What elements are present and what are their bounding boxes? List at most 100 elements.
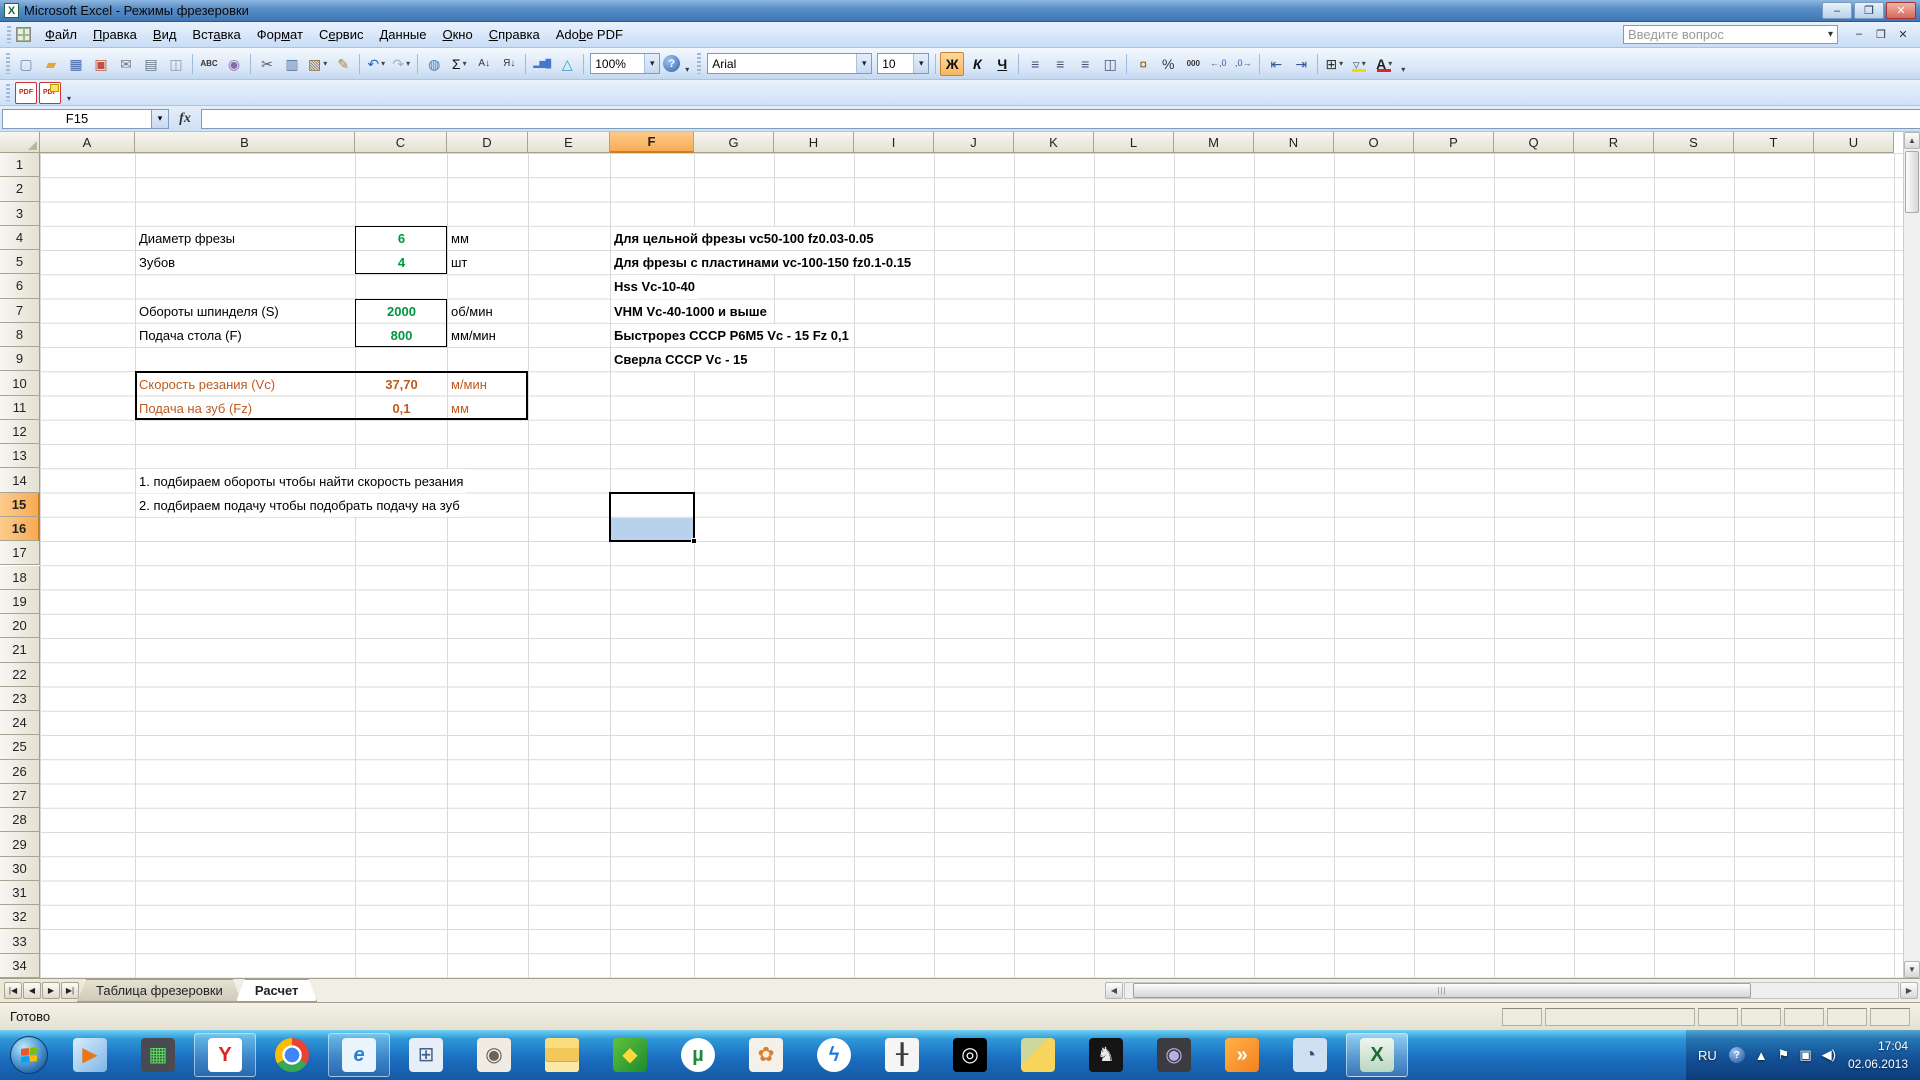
toolbar-underline-icon[interactable]: Ч: [990, 52, 1014, 76]
taskbar-windows-media-player-icon[interactable]: ▶: [58, 1030, 122, 1080]
column-header-H[interactable]: H: [774, 132, 854, 153]
toolbar-mail-icon[interactable]: ✉: [114, 52, 138, 76]
toolbar-chart-wizard-icon[interactable]: ▂▆█: [530, 52, 554, 76]
row-header-18[interactable]: 18: [0, 566, 40, 590]
cell-C8[interactable]: 800: [356, 324, 447, 347]
tray-help-balloon-icon[interactable]: ?: [1729, 1047, 1745, 1063]
menu-adobe-pdf[interactable]: Adobe PDF: [548, 24, 631, 45]
toolbar-options-icon[interactable]: ▾: [681, 52, 693, 76]
column-header-C[interactable]: C: [355, 132, 447, 153]
font-color-dropdown-icon[interactable]: ▾: [1388, 59, 1392, 68]
borders-dropdown-icon[interactable]: ▾: [1339, 59, 1343, 68]
sheet-tab-таблица-фрезеровки[interactable]: Таблица фрезеровки: [77, 979, 242, 1002]
toolbar-currency-icon[interactable]: ¤: [1131, 52, 1155, 76]
toolbar-drawing-icon[interactable]: △: [555, 52, 579, 76]
cell-D5[interactable]: шт: [448, 251, 528, 274]
taskbar-dark-tribal-app-icon[interactable]: ♞: [1074, 1030, 1138, 1080]
row-header-20[interactable]: 20: [0, 614, 40, 638]
minimize-button[interactable]: –: [1822, 2, 1852, 19]
taskbar-sticky-notes-icon[interactable]: [1006, 1030, 1070, 1080]
cell-B7[interactable]: Обороты шпинделя (S): [136, 300, 355, 323]
cell-F5[interactable]: Для фрезы с пластинами vc-100-150 fz0.1-…: [611, 251, 914, 274]
row-header-7[interactable]: 7: [0, 299, 40, 323]
vertical-scroll-thumb[interactable]: [1905, 151, 1919, 213]
font-dropdown-icon[interactable]: ▾: [856, 54, 871, 73]
row-header-21[interactable]: 21: [0, 638, 40, 662]
column-header-O[interactable]: O: [1334, 132, 1414, 153]
sheet-cells[interactable]: Диаметр фрезы6ммЗубов4штОбороты шпинделя…: [40, 153, 1903, 978]
cell-B14[interactable]: 1. подбираем обороты чтобы найти скорост…: [136, 469, 466, 492]
zoom-dropdown-icon[interactable]: ▾: [644, 54, 659, 73]
cell-F8[interactable]: Быстрорез СССР Р6М5 Vc - 15 Fz 0,1: [611, 324, 852, 347]
select-all-corner[interactable]: [0, 132, 40, 153]
row-header-16[interactable]: 16: [0, 517, 40, 541]
scroll-down-button[interactable]: ▼: [1904, 961, 1920, 978]
cell-C4[interactable]: 6: [356, 227, 447, 250]
cell-D8[interactable]: мм/мин: [448, 324, 528, 347]
row-header-2[interactable]: 2: [0, 177, 40, 201]
toolbar-align-center-icon[interactable]: ≡: [1048, 52, 1072, 76]
toolbar-save-icon[interactable]: ▦: [64, 52, 88, 76]
toolbar-thousands-icon[interactable]: 000: [1181, 52, 1205, 76]
toolbar-new-icon[interactable]: ▢: [14, 52, 38, 76]
column-header-I[interactable]: I: [854, 132, 934, 153]
row-header-28[interactable]: 28: [0, 808, 40, 832]
row-header-31[interactable]: 31: [0, 881, 40, 905]
taskbar-system-monitor-icon[interactable]: ▦: [126, 1030, 190, 1080]
tray-volume-icon[interactable]: ◀): [1822, 1047, 1836, 1063]
column-header-T[interactable]: T: [1734, 132, 1814, 153]
toolbar-font-color-icon[interactable]: А▾: [1372, 52, 1396, 76]
toolbar-redo-icon[interactable]: ↷▾: [389, 52, 413, 76]
cell-F4[interactable]: Для цельной фрезы vc50-100 fz0.03-0.05: [611, 227, 877, 250]
cell-B5[interactable]: Зубов: [136, 251, 355, 274]
scroll-left-button[interactable]: ◀: [1105, 982, 1123, 999]
column-header-F[interactable]: F: [610, 132, 694, 153]
fill-color-dropdown-icon[interactable]: ▾: [1362, 59, 1366, 68]
toolbar-sort-descending-icon[interactable]: Я↓: [497, 52, 521, 76]
redo-dropdown-icon[interactable]: ▾: [406, 59, 410, 68]
menu-правка[interactable]: Правка: [85, 24, 145, 45]
toolbar-research-icon[interactable]: ◉: [222, 52, 246, 76]
convert-to-pdf-icon[interactable]: PDF: [15, 82, 37, 104]
row-header-15[interactable]: 15: [0, 493, 40, 517]
toolbar-print-icon[interactable]: ▤: [139, 52, 163, 76]
toolbar-sort-ascending-icon[interactable]: А↓: [472, 52, 496, 76]
cell-D11[interactable]: мм: [448, 397, 528, 420]
row-header-32[interactable]: 32: [0, 905, 40, 929]
row-header-4[interactable]: 4: [0, 226, 40, 250]
cell-B10[interactable]: Скорость резания (Vc): [136, 372, 355, 395]
tab-scroll-next-icon[interactable]: ▶: [42, 982, 60, 999]
horizontal-scroll-thumb[interactable]: |||: [1133, 983, 1751, 998]
name-box-dropdown-icon[interactable]: ▾: [152, 109, 169, 129]
toolbar-font[interactable]: Arial▾: [707, 53, 872, 74]
column-header-G[interactable]: G: [694, 132, 774, 153]
column-header-U[interactable]: U: [1814, 132, 1894, 153]
taskbar-milling-machine-photo-icon[interactable]: ╂: [870, 1030, 934, 1080]
taskbar-photo-viewer-dark-icon[interactable]: ◉: [1142, 1030, 1206, 1080]
row-header-33[interactable]: 33: [0, 929, 40, 953]
row-header-17[interactable]: 17: [0, 541, 40, 565]
toolbar-copy-icon[interactable]: ▥: [280, 52, 304, 76]
toolbar-spelling-icon[interactable]: ABC: [197, 52, 221, 76]
cell-D7[interactable]: об/мин: [448, 300, 528, 323]
toolbar-options-icon[interactable]: ▾: [1397, 52, 1409, 76]
taskbar-system-gauges-icon[interactable]: ◔: [1278, 1030, 1342, 1080]
taskbar-device-black-icon[interactable]: ◎: [938, 1030, 1002, 1080]
scroll-right-button[interactable]: ▶: [1900, 982, 1918, 999]
help-icon[interactable]: ?: [663, 55, 680, 72]
column-header-J[interactable]: J: [934, 132, 1014, 153]
row-header-26[interactable]: 26: [0, 760, 40, 784]
column-header-Q[interactable]: Q: [1494, 132, 1574, 153]
cell-B8[interactable]: Подача стола (F): [136, 324, 355, 347]
toolbar-undo-icon[interactable]: ↶▾: [364, 52, 388, 76]
scroll-up-button[interactable]: ▲: [1904, 132, 1920, 149]
convert-to-pdf-and-email-icon[interactable]: PDF: [39, 82, 61, 104]
taskbar-utorrent-icon[interactable]: µ: [666, 1030, 730, 1080]
tab-scroll-prev-icon[interactable]: ◀: [23, 982, 41, 999]
toolbar-decrease-indent-icon[interactable]: ⇤: [1264, 52, 1288, 76]
row-header-24[interactable]: 24: [0, 711, 40, 735]
menu-сервис[interactable]: Сервис: [311, 24, 372, 45]
row-header-1[interactable]: 1: [0, 153, 40, 177]
autosum-dropdown-icon[interactable]: ▾: [463, 59, 467, 68]
toolbar-percent-icon[interactable]: %: [1156, 52, 1180, 76]
